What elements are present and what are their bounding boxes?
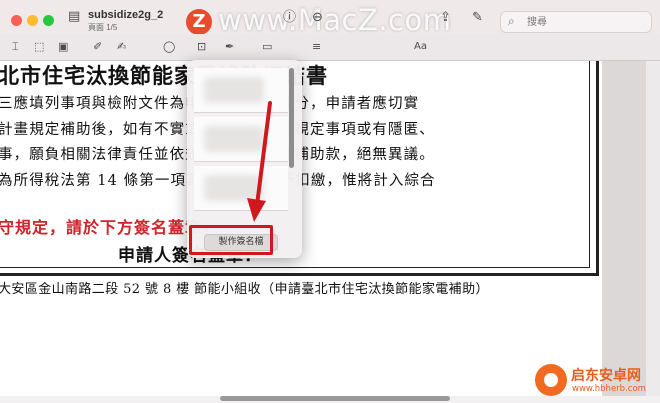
brand-url: www.hbherb.com: [572, 384, 646, 394]
brand-name: 启东安卓网: [571, 368, 641, 384]
annotation-arrow-icon: [247, 101, 272, 222]
highlight-box: [189, 225, 273, 255]
brand-watermark: 启东安卓网 www.hbherb.com: [535, 362, 660, 403]
brand-logo-icon: [535, 364, 567, 396]
